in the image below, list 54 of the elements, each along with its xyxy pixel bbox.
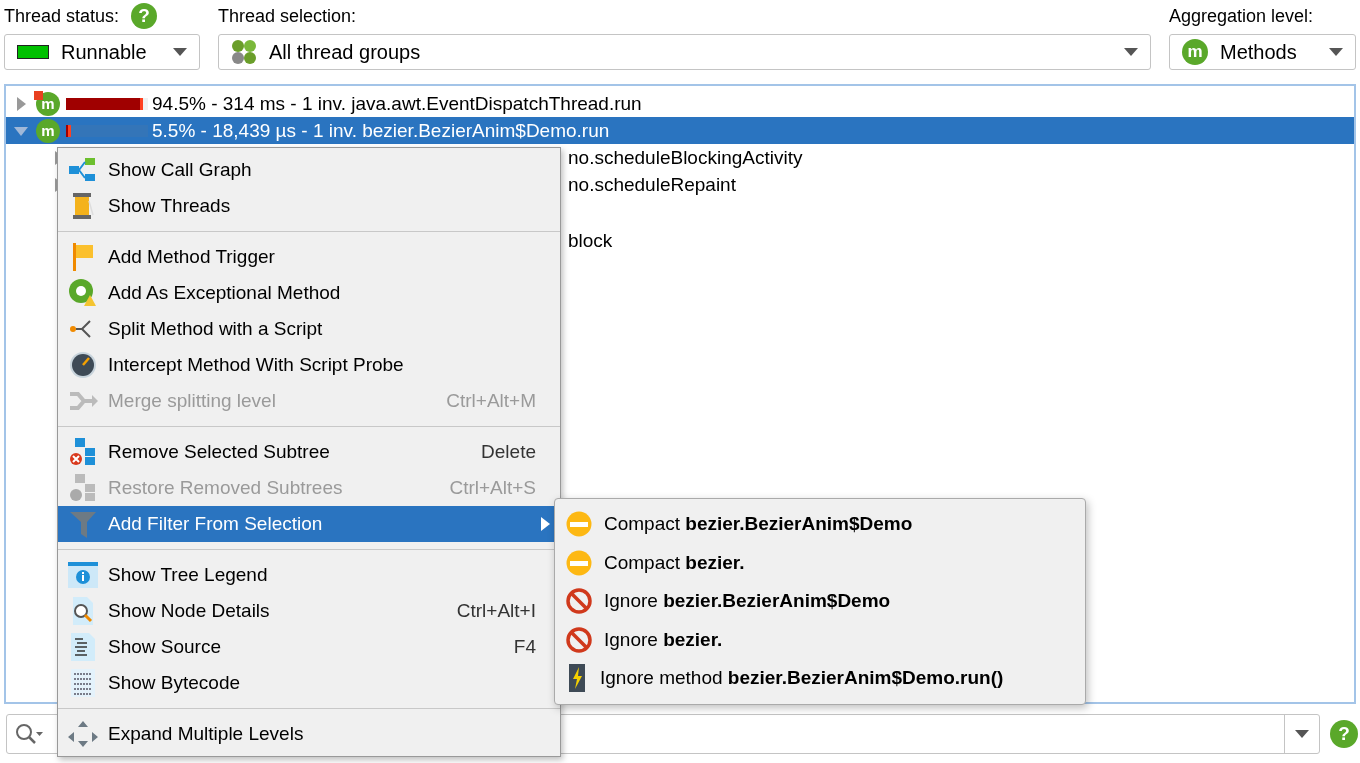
shortcut-text: Delete	[481, 441, 536, 463]
menu-item[interactable]: Remove Selected Subtree Delete	[58, 434, 560, 470]
tree-row-text: no.scheduleBlockingActivity	[568, 146, 803, 169]
method-icon: m	[1182, 39, 1208, 65]
thread-groups-icon	[231, 39, 257, 65]
tree-row-text: block	[568, 229, 613, 252]
compact-filter-icon	[566, 549, 592, 576]
binary-document-icon	[68, 669, 98, 697]
compact-filter-icon	[566, 511, 592, 538]
remove-subtree-icon	[68, 438, 98, 466]
prohibited-icon	[566, 588, 592, 615]
caret-icon	[173, 48, 187, 56]
prohibited-icon	[566, 626, 592, 653]
lightning-chip-icon	[566, 664, 588, 693]
caret-icon	[1295, 730, 1309, 738]
menu-item[interactable]: Split Method with a Script	[58, 311, 560, 347]
menu-item[interactable]: Show Threads	[58, 188, 560, 224]
restore-subtree-icon	[68, 474, 98, 502]
caret-icon	[1124, 48, 1138, 56]
menu-item[interactable]: Intercept Method With Script Probe	[58, 347, 560, 383]
tree-row-text: 94.5% - 314 ms - 1 inv. java.awt.EventDispatchThread.run	[152, 92, 642, 115]
hot-method-icon: m	[36, 90, 62, 117]
shortcut-text: F4	[513, 636, 536, 658]
aggregation-level-dropdown[interactable]: m Methods	[1169, 34, 1356, 70]
menu-item[interactable]: Add Method Trigger	[58, 239, 560, 275]
source-document-icon	[68, 633, 98, 661]
method-icon: m	[36, 117, 62, 144]
info-window-icon	[68, 562, 98, 588]
expand-arrows-icon	[68, 721, 98, 747]
method-warning-icon	[68, 279, 98, 307]
thread-status-label: Thread status:	[4, 5, 120, 27]
call-graph-icon	[68, 158, 98, 182]
shortcut-text: Ctrl+Alt+M	[446, 390, 536, 412]
menu-item[interactable]: Expand Multiple Levels	[58, 716, 560, 752]
search-icon	[15, 723, 45, 745]
caret-icon	[1329, 48, 1343, 56]
funnel-icon	[68, 510, 98, 538]
tree-row-text: no.scheduleRepaint	[568, 173, 736, 196]
aggregation-level-label: Aggregation level:	[1169, 5, 1314, 27]
tree-row[interactable]: m 94.5% - 314 ms - 1 inv. java.awt.EventDispatchThread.run	[6, 90, 1354, 117]
gauge-icon	[68, 351, 98, 379]
menu-item[interactable]: Add As Exceptional Method	[58, 275, 560, 311]
thread-selection-label: Thread selection:	[218, 5, 357, 27]
thread-selection-dropdown[interactable]: All thread groups	[218, 34, 1151, 70]
expander-icon[interactable]	[14, 96, 28, 111]
merge-icon	[68, 390, 98, 412]
status-color-icon	[17, 45, 49, 59]
tree-row-text: 5.5% - 18,439 µs - 1 inv. bezier.BezierAnim$Demo.run	[152, 119, 610, 142]
shortcut-text: Ctrl+Alt+S	[449, 477, 536, 499]
submenu-arrow-icon	[541, 517, 550, 531]
menu-item[interactable]: Show Call Graph	[58, 152, 560, 188]
shortcut-text: Ctrl+Alt+I	[456, 600, 536, 622]
tree-row[interactable]: m 5.5% - 18,439 µs - 1 inv. bezier.BezierAnim$Demo.run	[6, 117, 1354, 144]
thread-status-dropdown[interactable]: Runnable	[4, 34, 200, 70]
